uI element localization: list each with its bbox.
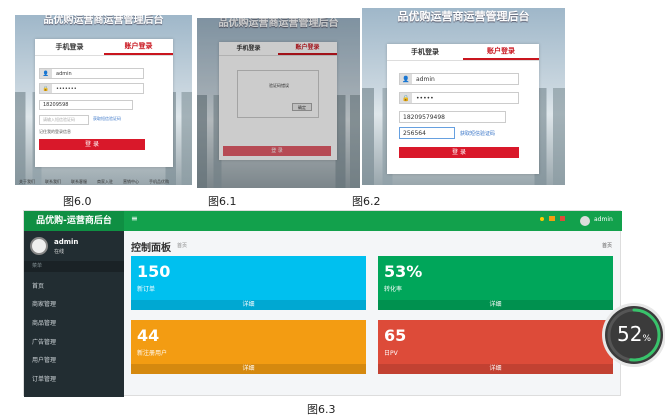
stat-value: 53% — [384, 262, 423, 281]
stat-label: 转化率 — [384, 286, 403, 293]
dashboard-screenshot: 品优购-运营商后台 ≡ admin admin 在线 菜单 首页 商家管理 商品… — [23, 210, 622, 397]
tab-account-login[interactable]: 账户登录 — [278, 42, 337, 55]
stat-card-new-users: 44 新注册用户 详细 — [131, 320, 366, 374]
sms-code-field[interactable]: 请输入短信验证码 — [39, 115, 89, 125]
stat-label: 日PV — [384, 350, 398, 357]
stat-value: 150 — [137, 262, 171, 281]
sms-code-field[interactable]: 256564 — [399, 127, 455, 139]
stat-card-conversion: 53% 转化率 详细 — [378, 256, 613, 310]
tab-account-login[interactable]: 账户登录 — [104, 39, 173, 55]
sidebar-item-home[interactable]: 首页 — [32, 281, 44, 290]
top-navbar: 品优购-运营商后台 ≡ admin — [24, 211, 622, 231]
stat-label: 新订单 — [137, 286, 156, 293]
screenshot-6-2: 品优购运营商运营管理后台 手机登录 账户登录 👤 admin 🔒 ••••• 182… — [362, 8, 565, 185]
sidebar-item-users[interactable]: 用户管理 — [32, 355, 56, 364]
panel-title: 品优购运营商运营管理后台 — [43, 15, 164, 26]
stat-value: 44 — [137, 326, 160, 345]
tab-account-login[interactable]: 账户登录 — [463, 44, 539, 60]
bell-icon[interactable] — [540, 217, 544, 221]
dialog-message: 验证码错误 — [269, 83, 289, 88]
panel-title: 品优购运营商运营管理后台 — [397, 10, 530, 23]
page-subtitle: 首页 — [177, 243, 188, 249]
sidebar-item-merchants[interactable]: 商家管理 — [32, 299, 56, 308]
dialog-ok-button[interactable]: 确定 — [292, 103, 312, 111]
envelope-icon[interactable] — [549, 216, 555, 221]
user-icon: 👤 — [40, 69, 52, 78]
caption-6-2: 图6.2 — [352, 195, 381, 208]
sidebar: admin 在线 菜单 首页 商家管理 商品管理 广告管理 用户管理 订单管理 — [24, 231, 124, 397]
tab-phone-login[interactable]: 手机登录 — [219, 42, 278, 55]
caption-6-3: 图6.3 — [307, 403, 336, 416]
footer-link[interactable]: 联系客服 — [71, 179, 87, 185]
username-field[interactable]: 👤 admin — [39, 68, 144, 79]
remember-login-checkbox[interactable]: 记住我的登录信息 — [39, 129, 71, 135]
sidebar-header: 菜单 — [24, 261, 124, 272]
screenshot-6-1: 品优购运营商运营管理后台 手机登录 账户登录 登 录 验证码错误 确定 — [197, 18, 360, 188]
avatar — [30, 237, 48, 255]
login-button[interactable]: 登 录 — [39, 139, 145, 150]
username-field[interactable]: 👤 admin — [399, 73, 519, 85]
tab-phone-login[interactable]: 手机登录 — [35, 39, 104, 55]
footer-link[interactable]: 营销中心 — [123, 179, 139, 185]
footer-link[interactable]: 手机品优购 — [149, 179, 169, 185]
caption-6-0: 图6.0 — [63, 195, 92, 208]
user-icon: 👤 — [400, 74, 412, 84]
footer-nav: 关于我们 联系我们 联系客服 商家入驻 营销中心 手机品优购 — [19, 179, 169, 185]
sidebar-username: admin — [54, 238, 79, 246]
stat-label: 新注册用户 — [137, 350, 168, 357]
footer-link[interactable]: 商家入驻 — [97, 179, 113, 185]
details-link[interactable]: 详细 — [378, 300, 613, 310]
login-button[interactable]: 登 录 — [223, 146, 331, 156]
user-avatar-small[interactable] — [580, 216, 590, 226]
get-sms-code-link[interactable]: 获取短信验证码 — [93, 116, 121, 122]
login-card: 手机登录 账户登录 👤 admin 🔒 ••••• 18209579498 2565… — [387, 44, 539, 174]
screenshot-6-0: 品优购运营商运营管理后台 手机登录 账户登录 👤 admin 🔒 ••••••• 1… — [15, 15, 192, 185]
user-name[interactable]: admin — [594, 216, 613, 223]
notification-icons[interactable] — [540, 216, 570, 224]
panel-title: 品优购运营商运营管理后台 — [218, 18, 339, 29]
sidebar-item-ads[interactable]: 广告管理 — [32, 337, 56, 346]
stat-card-daily-pv: 65 日PV 详细 — [378, 320, 613, 374]
menu-toggle-icon[interactable]: ≡ — [131, 214, 138, 223]
get-sms-code-link[interactable]: 获取短信验证码 — [460, 130, 495, 137]
details-link[interactable]: 详细 — [131, 364, 366, 374]
password-field[interactable]: 🔒 ••••••• — [39, 83, 144, 94]
online-status: 在线 — [54, 249, 65, 255]
details-link[interactable]: 详细 — [378, 364, 613, 374]
phone-field[interactable]: 18209579498 — [399, 111, 506, 123]
footer-link[interactable]: 联系我们 — [45, 179, 61, 185]
breadcrumb[interactable]: 首页 — [602, 242, 612, 249]
phone-field[interactable]: 18209598 — [39, 100, 133, 110]
caption-6-1: 图6.1 — [208, 195, 237, 208]
stat-value: 65 — [384, 326, 407, 345]
details-link[interactable]: 详细 — [131, 300, 366, 310]
stat-card-new-orders: 150 新订单 详细 — [131, 256, 366, 310]
error-dialog: 验证码错误 确定 — [237, 70, 319, 118]
password-field[interactable]: 🔒 ••••• — [399, 92, 519, 104]
sidebar-item-products[interactable]: 商品管理 — [32, 318, 56, 327]
lock-icon: 🔒 — [40, 84, 52, 93]
sidebar-item-orders[interactable]: 订单管理 — [32, 374, 56, 383]
footer-link[interactable]: 关于我们 — [19, 179, 35, 185]
page-title: 控制面板 — [131, 243, 171, 254]
progress-percent: 52% — [616, 322, 651, 346]
tab-phone-login[interactable]: 手机登录 — [387, 44, 463, 60]
brand-logo[interactable]: 品优购-运营商后台 — [24, 211, 124, 231]
progress-ring: 52% — [605, 306, 663, 364]
lock-icon: 🔒 — [400, 93, 412, 103]
login-card: 手机登录 账户登录 👤 admin 🔒 ••••••• 18209598 请输入短信… — [35, 39, 173, 167]
flag-icon[interactable] — [560, 216, 565, 221]
login-button[interactable]: 登 录 — [399, 147, 519, 158]
